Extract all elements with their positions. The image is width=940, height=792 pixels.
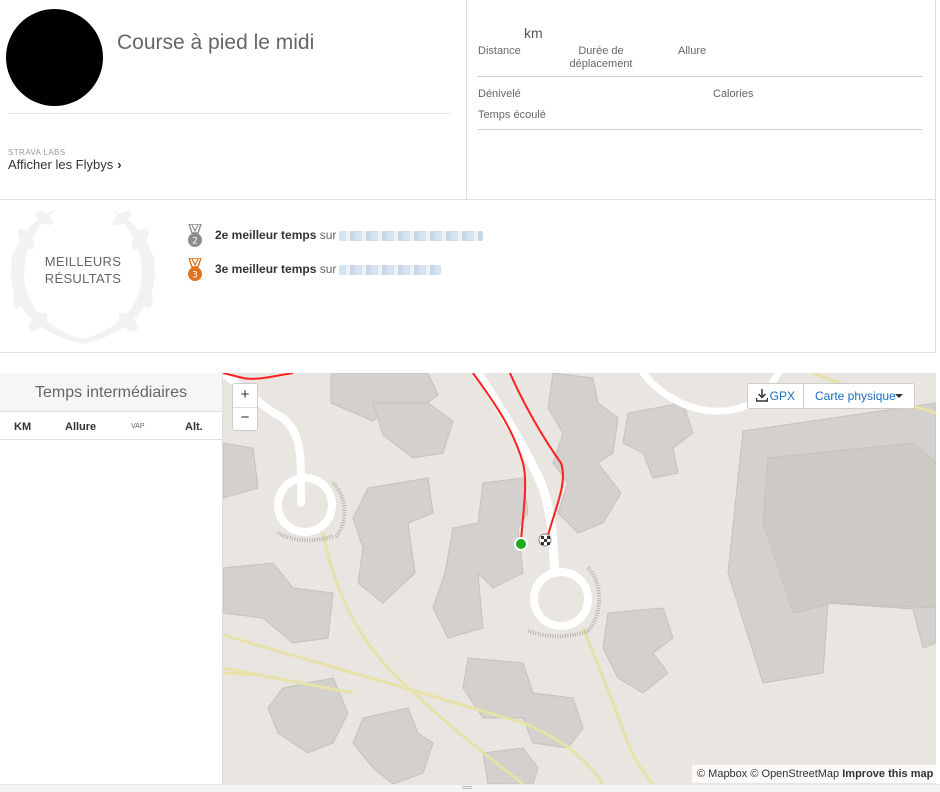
improve-map-link[interactable]: Improve this map	[842, 768, 933, 780]
achievement-text: 3e meilleur temps	[215, 262, 317, 276]
flyby-link-label: Afficher les Flybys	[8, 157, 114, 172]
column-gap: VAP	[131, 423, 145, 430]
best-results-line1: MEILLEURS	[44, 254, 122, 269]
stats-divider-bottom	[478, 129, 922, 130]
athlete-avatar[interactable]	[6, 9, 103, 106]
elapsed-time-label: Temps écoulé	[478, 109, 546, 121]
download-icon	[756, 389, 768, 402]
column-pace: Allure	[65, 421, 97, 433]
map-type-label: Carte physique	[815, 389, 896, 403]
attribution-text[interactable]: © Mapbox © OpenStreetMap	[697, 768, 839, 780]
activity-header-panel	[0, 0, 936, 200]
stats-divider	[478, 76, 922, 77]
resize-grip-icon[interactable]	[462, 786, 472, 789]
medal-rank-2: 2	[192, 237, 198, 247]
distance-label: Distance	[478, 45, 521, 57]
header-divider	[8, 113, 451, 114]
calories-label: Calories	[713, 88, 754, 100]
column-km: KM	[14, 421, 32, 433]
achievement-connector: sur	[319, 262, 337, 276]
map-zoom-control: + −	[232, 383, 258, 431]
map-type-dropdown[interactable]: Carte physique	[805, 384, 915, 408]
achievement-item: 3e meilleur temps sur	[215, 262, 442, 276]
flyby-link[interactable]: Afficher les Flybys ›	[8, 157, 122, 172]
zoom-in-button[interactable]: +	[233, 384, 257, 408]
achievement-text: 2e meilleur temps	[215, 228, 317, 242]
route-map[interactable]	[223, 373, 936, 784]
segment-link-redacted[interactable]	[339, 230, 484, 241]
zoom-out-button[interactable]: −	[233, 407, 257, 430]
activity-title: Course à pied le midi	[117, 31, 315, 54]
gpx-export-button[interactable]: GPX	[748, 384, 804, 408]
vertical-divider	[466, 0, 467, 200]
map-attribution: © Mapbox © OpenStreetMap Improve this ma…	[692, 765, 939, 783]
map-toolbar: GPX Carte physique	[747, 383, 915, 409]
pace-label: Allure	[678, 45, 707, 57]
achievement-connector: sur	[319, 228, 337, 242]
route-start-marker[interactable]	[514, 537, 528, 551]
gpx-label: GPX	[769, 389, 795, 403]
chevron-right-icon: ›	[117, 157, 122, 172]
medal-rank-3: 3	[192, 271, 198, 281]
achievement-item: 2e meilleur temps sur	[215, 228, 484, 242]
route-end-marker[interactable]	[538, 533, 552, 547]
best-results-line2: RÉSULTATS	[44, 271, 122, 286]
elevation-label: Dénivelé	[478, 88, 521, 100]
strava-labs-caption: STRAVA LABS	[8, 148, 66, 157]
splits-table-header: KM Allure VAP Alt.	[0, 412, 222, 440]
map-canvas[interactable]	[223, 373, 936, 784]
moving-time-label: Durée de déplacement	[569, 45, 633, 70]
column-elevation: Alt.	[185, 421, 203, 433]
segment-link-redacted[interactable]	[339, 264, 442, 275]
distance-unit: km	[524, 25, 543, 41]
bronze-medal-icon: 3	[188, 258, 202, 281]
splits-title: Temps intermédiaires	[0, 374, 222, 412]
best-results-heading: MEILLEURS RÉSULTATS	[30, 253, 136, 287]
caret-down-icon	[895, 394, 903, 398]
silver-medal-icon: 2	[188, 224, 202, 247]
